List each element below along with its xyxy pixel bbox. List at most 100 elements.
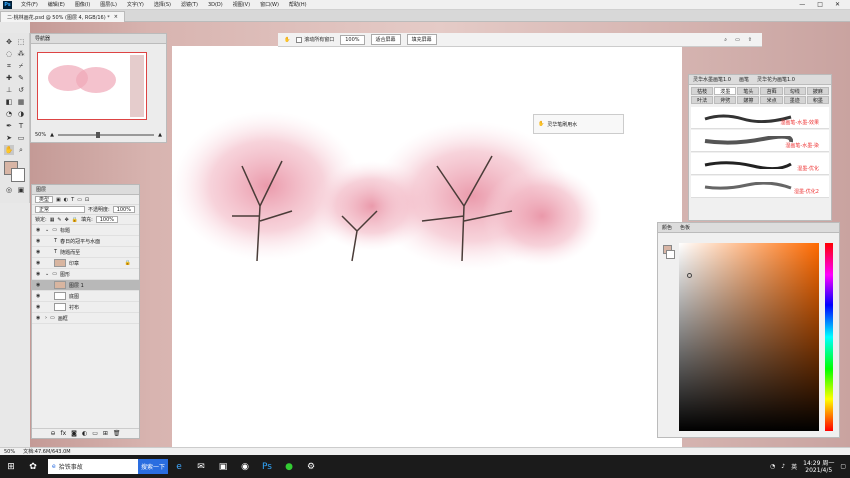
volume-icon[interactable]: ♪ <box>781 463 785 470</box>
brush-category[interactable]: 苔藓 <box>760 87 783 95</box>
menu-3d[interactable]: 3D(D) <box>203 2 228 8</box>
hue-slider[interactable] <box>825 243 833 431</box>
fill-screen-button[interactable]: 填充屏幕 <box>406 34 437 45</box>
minimize-icon[interactable]: — <box>799 1 805 8</box>
taskbar-clock[interactable]: 14:29 周一 2021/4/5 <box>803 460 834 474</box>
layer-row[interactable]: ◉ 印章 🔒 <box>32 258 139 269</box>
layer-row[interactable]: ◉ T 随题而至 <box>32 247 139 258</box>
filter-adjust-icon[interactable]: ◐ <box>64 197 68 203</box>
navigator-thumbnail[interactable] <box>37 52 147 120</box>
menu-help[interactable]: 帮助(H) <box>284 1 312 8</box>
filter-pixel-icon[interactable]: ▣ <box>56 197 61 203</box>
scroll-all-windows-checkbox[interactable]: 滚动所有窗口 <box>296 36 334 43</box>
taskbar-app-icon[interactable]: ✿ <box>22 455 44 478</box>
brush-category[interactable]: 墨迹 <box>783 96 806 104</box>
delete-layer-icon[interactable]: 🗑 <box>113 430 121 437</box>
tab-brushes[interactable]: 画笔 <box>735 76 753 83</box>
zoom-out-icon[interactable]: ▲ <box>50 132 54 138</box>
type-tool-icon[interactable]: T <box>16 121 26 131</box>
group-collapse-icon[interactable]: › <box>45 315 47 321</box>
filter-smart-icon[interactable]: ⊡ <box>85 197 89 203</box>
blend-mode-select[interactable]: 正常 <box>35 206 85 213</box>
link-layers-icon[interactable]: ⊖ <box>50 430 55 437</box>
app-icon[interactable]: ◉ <box>234 455 256 478</box>
layer-row[interactable]: ◉ 底图 <box>32 291 139 302</box>
menu-filter[interactable]: 滤镜(T) <box>176 1 203 8</box>
tab-color[interactable]: 颜色 <box>658 224 676 231</box>
crop-tool-icon[interactable]: ⌗ <box>4 61 14 71</box>
gradient-tool-icon[interactable]: ▦ <box>16 97 26 107</box>
zoom-in-icon[interactable]: ▲ <box>158 132 162 138</box>
menu-edit[interactable]: 编辑(E) <box>43 1 70 8</box>
settings-icon[interactable]: ⚙ <box>300 455 322 478</box>
visibility-eye-icon[interactable]: ◉ <box>36 227 42 233</box>
share-icon[interactable]: ⇪ <box>748 37 752 43</box>
tab-brush-set-1[interactable]: 灵华水墨画笔1.0 <box>689 76 735 83</box>
layer-row[interactable]: ◉ T 春日的冠平与水面 <box>32 236 139 247</box>
blur-tool-icon[interactable]: ◔ <box>4 109 14 119</box>
new-layer-icon[interactable]: ⊞ <box>103 430 108 437</box>
layer-row[interactable]: ◉ › ▭ 画框 <box>32 313 139 324</box>
taskbar-search-input[interactable]: e 拾铁事故 <box>48 459 138 474</box>
brush-preset[interactable]: 湿画笔-水墨-染 <box>691 130 829 152</box>
layer-style-icon[interactable]: fx <box>60 430 66 437</box>
brush-tool-icon[interactable]: ✎ <box>16 73 26 83</box>
screen-mode-icon[interactable]: ▣ <box>16 185 26 195</box>
layer-row-selected[interactable]: ◉ 图层 1 <box>32 280 139 291</box>
search-button[interactable]: 搜索一下 <box>138 459 168 474</box>
filter-shape-icon[interactable]: ▭ <box>77 197 82 203</box>
search-icon[interactable]: ⌕ <box>724 37 727 43</box>
brush-popup[interactable]: ✋ 灵华笔刷用水 <box>533 114 624 134</box>
magic-wand-icon[interactable]: ⁂ <box>16 49 26 59</box>
mail-icon[interactable]: ✉ <box>190 455 212 478</box>
fit-screen-button[interactable]: 适合屏幕 <box>370 34 401 45</box>
menu-select[interactable]: 选择(S) <box>149 1 176 8</box>
pen-tool-icon[interactable]: ✒ <box>4 121 14 131</box>
tab-close-icon[interactable]: × <box>114 14 118 20</box>
quick-mask-icon[interactable]: ◎ <box>4 185 14 195</box>
group-expand-icon[interactable]: ⌄ <box>45 271 49 277</box>
status-doc-info[interactable]: 文档:47.6M/643.0M <box>23 448 70 455</box>
visibility-eye-icon[interactable]: ◉ <box>36 315 42 321</box>
brush-category[interactable]: 积墨 <box>806 96 829 104</box>
layer-row[interactable]: ◉ ⌄ ▭ 图形 <box>32 269 139 280</box>
brush-category[interactable]: 枯枝 <box>691 87 714 95</box>
visibility-eye-icon[interactable]: ◉ <box>36 260 42 266</box>
history-brush-icon[interactable]: ↺ <box>16 85 26 95</box>
brush-category[interactable]: 勾线 <box>783 87 806 95</box>
menu-view[interactable]: 视图(V) <box>228 1 255 8</box>
notification-icon[interactable]: ▢ <box>840 463 846 470</box>
navigator-zoom-slider[interactable] <box>57 132 155 138</box>
menu-image[interactable]: 图像(I) <box>70 1 95 8</box>
navigator-zoom-value[interactable]: 50% <box>35 132 46 138</box>
brush-category[interactable]: 披麻 <box>806 87 829 95</box>
menu-file[interactable]: 文件(F) <box>16 1 43 8</box>
layer-row[interactable]: ◉ ⌄ ▭ 标题 <box>32 225 139 236</box>
move-tool-icon[interactable]: ✥ <box>4 37 14 47</box>
zoom-tool-icon[interactable]: ⌕ <box>16 145 26 155</box>
brush-category[interactable]: 笔头 <box>737 87 760 95</box>
lock-paint-icon[interactable]: ✎ <box>57 217 61 223</box>
maximize-icon[interactable]: □ <box>817 1 823 8</box>
tray-icon[interactable]: ◔ <box>770 463 775 470</box>
brush-preset[interactable]: 湿墨-优化2 <box>691 176 829 198</box>
brush-category[interactable]: 叶法 <box>691 96 714 104</box>
filter-type-icon[interactable]: T <box>71 197 74 203</box>
visibility-eye-icon[interactable]: ◉ <box>36 304 42 310</box>
new-group-icon[interactable]: ▭ <box>92 430 98 437</box>
layer-mask-icon[interactable]: ◙ <box>71 430 77 437</box>
tab-brush-set-2[interactable]: 灵华花为画笔1.0 <box>753 76 799 83</box>
brush-category[interactable]: 皴擦 <box>737 96 760 104</box>
menu-window[interactable]: 窗口(W) <box>255 1 284 8</box>
menu-layer[interactable]: 图层(L) <box>95 1 122 8</box>
dodge-tool-icon[interactable]: ◑ <box>16 109 26 119</box>
lasso-tool-icon[interactable]: ◌ <box>4 49 14 59</box>
language-indicator[interactable]: 英 <box>791 462 797 471</box>
lock-position-icon[interactable]: ✥ <box>65 217 69 223</box>
photoshop-taskbar-icon[interactable]: Ps <box>256 455 278 478</box>
brush-category[interactable]: 米点 <box>760 96 783 104</box>
eyedropper-icon[interactable]: ⌿ <box>16 61 26 71</box>
color-saturation-field[interactable] <box>679 243 819 431</box>
background-color-swatch[interactable] <box>11 168 25 182</box>
status-zoom[interactable]: 50% <box>4 449 15 455</box>
